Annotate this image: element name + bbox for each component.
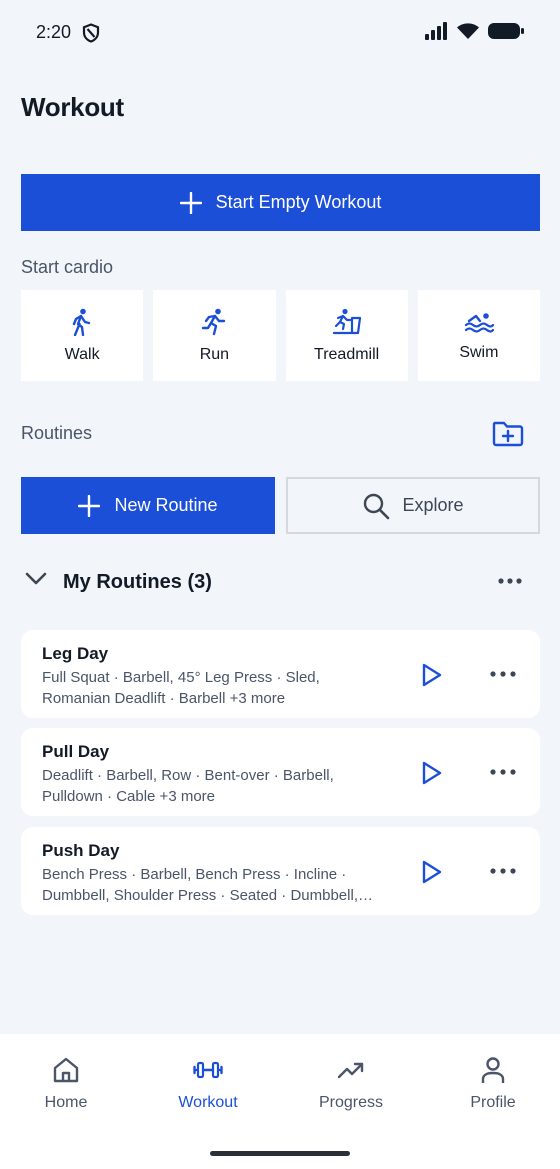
home-icon [53, 1057, 79, 1083]
play-icon[interactable] [421, 663, 443, 687]
signal-icon [425, 22, 447, 40]
more-horizontal-icon[interactable] [498, 578, 522, 584]
nav-workout[interactable]: Workout [148, 1056, 268, 1112]
explore-label: Explore [402, 495, 464, 515]
nav-profile-label: Profile [470, 1094, 516, 1111]
routine-card-push-day[interactable]: Push Day Bench Press · Barbell, Bench Pr… [21, 827, 540, 915]
battery-icon [488, 23, 524, 39]
routine-name: Push Day [42, 841, 120, 860]
cardio-run-button[interactable]: Run [153, 290, 276, 381]
my-routines-title: My Routines (3) [63, 571, 212, 593]
swim-icon [464, 312, 494, 333]
routine-exercises: Full Squat · Barbell, 45° Leg Press · Sl… [42, 669, 320, 707]
run-icon [202, 308, 226, 335]
wifi-icon [457, 23, 479, 39]
my-routines-header[interactable]: My Routines (3) [21, 562, 540, 602]
cardio-treadmill-button[interactable]: Treadmill [285, 290, 408, 381]
cardio-treadmill-label: Treadmill [314, 345, 380, 363]
routine-exercises: Deadlift · Barbell, Row · Bent-over · Ba… [42, 767, 334, 805]
status-time: 2:20 [36, 22, 72, 42]
nav-progress-label: Progress [318, 1094, 384, 1111]
play-icon[interactable] [421, 860, 443, 884]
explore-button[interactable]: Explore [286, 477, 540, 534]
chevron-down-icon[interactable] [25, 572, 47, 586]
more-horizontal-icon[interactable] [490, 769, 516, 775]
plus-icon [179, 191, 202, 214]
home-indicator [210, 1151, 350, 1156]
nav-workout-label: Workout [178, 1094, 238, 1111]
status-bar: 2:20 [0, 0, 560, 66]
new-routine-label: New Routine [114, 495, 218, 515]
search-icon [364, 493, 390, 519]
workout-screen: 2:20 Workout Start Empty Workout Start c… [0, 0, 560, 1169]
routines-label: Routines [21, 423, 93, 443]
new-folder-icon[interactable] [492, 418, 524, 448]
treadmill-icon [332, 308, 361, 334]
routine-card-leg-day[interactable]: Leg Day Full Squat · Barbell, 45° Leg Pr… [21, 630, 540, 718]
play-icon[interactable] [421, 761, 443, 785]
plus-icon [78, 494, 101, 517]
start-cardio-label: Start cardio [21, 257, 114, 277]
nav-progress[interactable]: Progress [291, 1056, 411, 1112]
walk-icon [72, 308, 91, 336]
routine-name: Pull Day [42, 742, 110, 761]
status-indicators [424, 22, 524, 40]
nav-home-label: Home [44, 1094, 88, 1111]
start-empty-workout-button[interactable]: Start Empty Workout [21, 174, 540, 231]
person-icon [481, 1057, 505, 1083]
cardio-swim-button[interactable]: Swim [417, 290, 540, 381]
dumbbell-icon [193, 1061, 223, 1079]
trending-up-icon [337, 1062, 364, 1079]
nav-home[interactable]: Home [6, 1056, 126, 1112]
cardio-grid: Walk Run Treadmill Swim [21, 290, 540, 381]
routine-card-pull-day[interactable]: Pull Day Deadlift · Barbell, Row · Bent-… [21, 728, 540, 816]
bottom-nav: Home Workout Progress Profile [0, 1034, 560, 1169]
nav-profile[interactable]: Profile [433, 1056, 553, 1112]
cardio-walk-label: Walk [64, 345, 100, 363]
routine-exercises: Bench Press · Barbell, Bench Press · Inc… [42, 866, 358, 904]
cardio-walk-button[interactable]: Walk [21, 290, 144, 381]
new-routine-button[interactable]: New Routine [21, 477, 275, 534]
shield-icon [82, 23, 100, 43]
start-empty-workout-label: Start Empty Workout [215, 192, 382, 212]
more-horizontal-icon[interactable] [490, 868, 516, 874]
cardio-swim-label: Swim [459, 343, 499, 361]
routine-name: Leg Day [42, 644, 109, 663]
page-title: Workout [21, 92, 124, 122]
more-horizontal-icon[interactable] [490, 671, 516, 677]
cardio-run-label: Run [199, 345, 230, 363]
